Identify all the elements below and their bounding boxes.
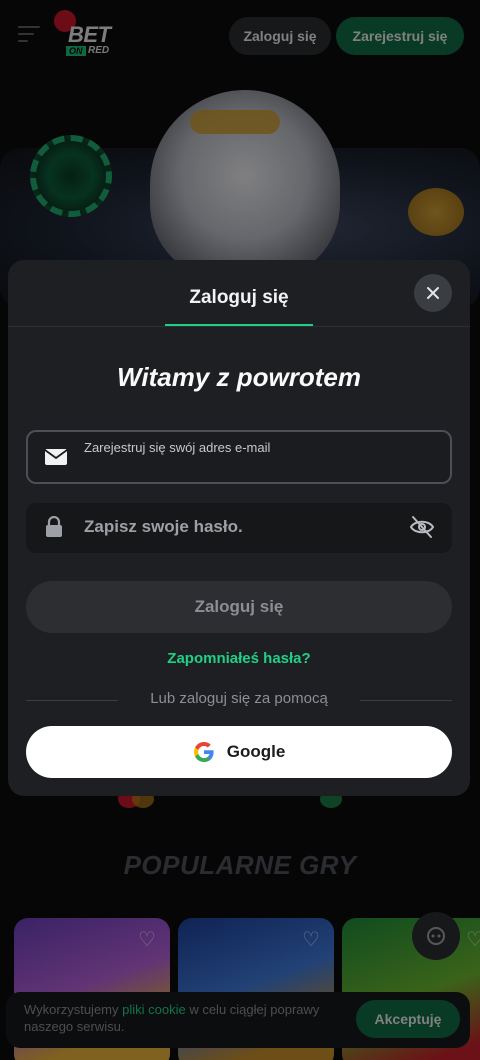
google-icon <box>193 742 214 762</box>
login-submit-button[interactable]: Zaloguj się <box>26 581 452 633</box>
login-modal: Zaloguj się Witamy z powrotem Zarejestru… <box>8 260 470 796</box>
tab-login[interactable]: Zaloguj się <box>165 272 313 326</box>
eye-off-icon[interactable] <box>408 514 436 540</box>
close-icon <box>427 287 439 299</box>
google-button-label: Google <box>226 742 286 761</box>
divider-line-right <box>360 700 452 701</box>
google-login-button[interactable]: Google <box>26 726 452 778</box>
forgot-password-link[interactable]: Zapomniałeś hasła? <box>8 650 470 667</box>
mail-icon <box>44 449 68 465</box>
close-button[interactable] <box>414 274 452 312</box>
modal-divider <box>8 326 470 327</box>
password-field[interactable]: Zapisz swoje hasło. <box>26 503 452 553</box>
or-divider-text: Lub zaloguj się za pomocą <box>150 690 328 707</box>
email-field[interactable]: Zarejestruj się swój adres e-mail <box>26 430 452 484</box>
welcome-heading: Witamy z powrotem <box>117 362 361 392</box>
email-field-label: Zarejestruj się swój adres e-mail <box>84 440 271 455</box>
lock-icon <box>46 516 62 537</box>
or-divider: Lub zaloguj się za pomocą <box>26 690 452 712</box>
password-placeholder: Zapisz swoje hasło. <box>84 517 243 536</box>
